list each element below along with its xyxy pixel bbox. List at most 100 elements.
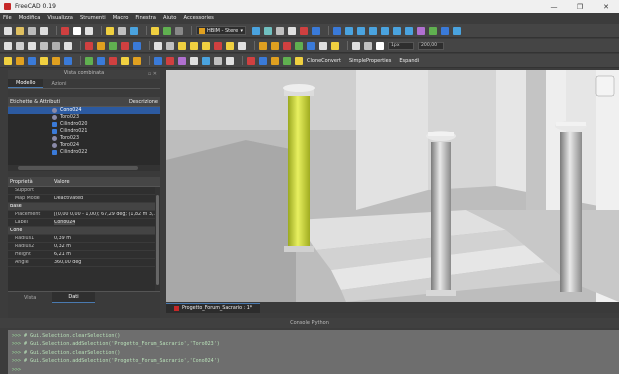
workbench-selector[interactable]: HBIM - Stere ▾ <box>196 26 246 35</box>
console-input-line[interactable]: >>> <box>12 366 615 374</box>
group-icon[interactable] <box>453 26 461 35</box>
navigation-cube-icon[interactable] <box>595 75 615 97</box>
draft-rotate-icon[interactable] <box>97 41 105 50</box>
part-chamfer-icon[interactable] <box>133 56 141 65</box>
part-fillet-icon[interactable] <box>121 56 129 65</box>
draft-wire-icon[interactable] <box>16 41 24 50</box>
draw-style-icon[interactable] <box>276 26 284 35</box>
forward-arrow-icon[interactable] <box>312 26 320 35</box>
3d-viewport[interactable] <box>166 70 619 302</box>
macro-edit-icon[interactable] <box>175 26 183 35</box>
part-check-icon[interactable] <box>283 56 291 65</box>
snap-midpoint-icon[interactable] <box>202 41 210 50</box>
macro-record-icon[interactable] <box>151 26 159 35</box>
draft-offset-icon[interactable] <box>109 41 117 50</box>
tree-horizontal-scrollbar[interactable] <box>8 165 160 171</box>
bounding-box-icon[interactable] <box>288 26 296 35</box>
measure-icon[interactable] <box>417 26 425 35</box>
arch-structure-icon[interactable] <box>271 41 279 50</box>
part-sweep-icon[interactable] <box>259 56 267 65</box>
working-plane-icon[interactable] <box>352 41 360 50</box>
arch-roof-icon[interactable] <box>295 41 303 50</box>
column[interactable] <box>431 142 451 292</box>
tree-item-cono024[interactable]: Cono024 <box>8 107 160 114</box>
panel-float-close-icon[interactable]: ▫ ✕ <box>148 71 157 77</box>
property-group[interactable]: Cone <box>8 227 160 235</box>
selected-column[interactable] <box>288 96 310 248</box>
tab-dati[interactable]: Dati <box>52 292 95 303</box>
draft-trim-icon[interactable] <box>121 41 129 50</box>
draft-move-icon[interactable] <box>85 41 93 50</box>
bool-union-icon[interactable] <box>154 56 162 65</box>
draft-text-icon[interactable] <box>154 41 162 50</box>
view-left-icon[interactable] <box>405 26 413 35</box>
part-shell-icon[interactable] <box>226 56 234 65</box>
tree-item-cilindro022[interactable]: Cilindro022 <box>8 149 160 156</box>
part-mirror-icon[interactable] <box>109 56 117 65</box>
paste-icon[interactable] <box>85 26 93 35</box>
draft-dimension-icon[interactable] <box>166 41 174 50</box>
part-tube-icon[interactable] <box>64 56 72 65</box>
draft-circle-icon[interactable] <box>40 41 48 50</box>
view-rear-icon[interactable] <box>381 26 389 35</box>
draft-rectangle-icon[interactable] <box>64 41 72 50</box>
print-icon[interactable] <box>40 26 48 35</box>
part-extrude-icon[interactable] <box>85 56 93 65</box>
part-slice-icon[interactable] <box>202 56 210 65</box>
bool-cut-icon[interactable] <box>166 56 174 65</box>
redo-icon[interactable] <box>118 26 126 35</box>
property-row[interactable]: Support <box>8 187 160 195</box>
property-row[interactable]: Label Cono024 <box>8 219 160 227</box>
property-row[interactable]: Radius2 0,32 m <box>8 243 160 251</box>
arch-floor-icon[interactable] <box>307 41 315 50</box>
arch-stairs-icon[interactable] <box>319 41 327 50</box>
cut-icon[interactable] <box>61 26 69 35</box>
view-top-icon[interactable] <box>357 26 365 35</box>
column[interactable] <box>560 132 582 292</box>
tree-item-toro023b[interactable]: Toro023 <box>8 135 160 142</box>
back-arrow-icon[interactable] <box>300 26 308 35</box>
view-right-icon[interactable] <box>369 26 377 35</box>
part-section-icon[interactable] <box>190 56 198 65</box>
part-revolve-icon[interactable] <box>97 56 105 65</box>
property-row[interactable]: Angle 360,00 deg <box>8 259 160 267</box>
tree-item-toro023[interactable]: Toro023 <box>8 114 160 121</box>
property-group[interactable]: Base <box>8 203 160 211</box>
view-front-icon[interactable] <box>345 26 353 35</box>
line-color-icon[interactable] <box>364 41 372 50</box>
draft-line-icon[interactable] <box>4 41 12 50</box>
snap-center-icon[interactable] <box>214 41 222 50</box>
part-icon[interactable] <box>441 26 449 35</box>
property-vertical-scrollbar[interactable] <box>155 187 160 291</box>
close-button[interactable]: ✕ <box>593 3 619 11</box>
menu-macro[interactable]: Macro <box>113 15 129 21</box>
part-sphere-icon[interactable] <box>28 56 36 65</box>
part-loft-icon[interactable] <box>247 56 255 65</box>
copy-icon[interactable] <box>73 26 81 35</box>
font-size-field[interactable]: 200,00 <box>418 41 444 50</box>
open-folder-icon[interactable] <box>16 26 24 35</box>
property-row[interactable]: Radius1 0,39 m <box>8 235 160 243</box>
fit-selection-icon[interactable] <box>264 26 272 35</box>
bool-common-icon[interactable] <box>178 56 186 65</box>
prop-header-property[interactable]: Proprietà <box>8 179 54 185</box>
snap-lock-icon[interactable] <box>178 41 186 50</box>
draft-scale-icon[interactable] <box>133 41 141 50</box>
snap-angle-icon[interactable] <box>226 41 234 50</box>
tab-azioni[interactable]: Azioni <box>43 79 74 88</box>
menu-visualizza[interactable]: Visualizza <box>47 15 73 21</box>
undo-icon[interactable] <box>106 26 114 35</box>
draft-polygon-icon[interactable] <box>52 41 60 50</box>
line-width-field[interactable]: 1px <box>388 41 414 50</box>
simple-properties-button[interactable]: SimpleProperties <box>349 58 391 64</box>
menu-file[interactable]: File <box>3 15 12 21</box>
part-compound-icon[interactable] <box>214 56 222 65</box>
fit-all-icon[interactable] <box>252 26 260 35</box>
tree-item-cilindro020[interactable]: Cilindro020 <box>8 121 160 128</box>
snap-endpoint-icon[interactable] <box>190 41 198 50</box>
tree-header-description[interactable]: Descrizione <box>129 99 160 105</box>
expand-button[interactable]: Espandi <box>399 58 419 64</box>
model-tree[interactable]: Cono024 Toro023 Cilindro020 Cilindro021 … <box>8 107 160 165</box>
arch-space-icon[interactable] <box>331 41 339 50</box>
property-row[interactable]: Height 6,21 m <box>8 251 160 259</box>
